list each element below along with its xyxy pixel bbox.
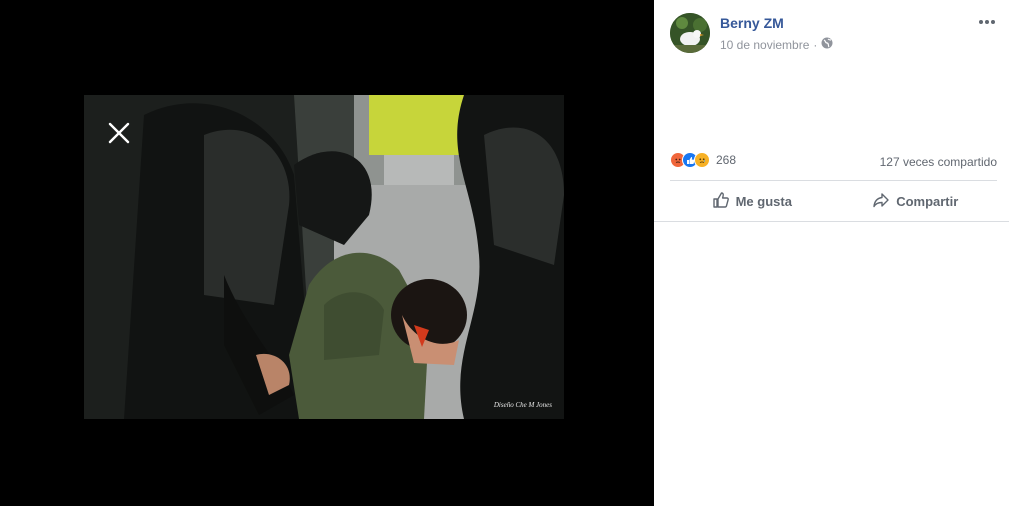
- photo-illustration: [84, 95, 564, 419]
- post-meta: 10 de noviembre ·: [720, 37, 833, 52]
- share-label: Compartir: [896, 193, 959, 209]
- sad-icon: [694, 152, 710, 168]
- divider: [654, 221, 1009, 222]
- like-label: Me gusta: [735, 193, 792, 209]
- post-date[interactable]: 10 de noviembre: [720, 38, 809, 52]
- share-button[interactable]: Compartir: [834, 182, 998, 220]
- reactions-summary[interactable]: 268: [670, 152, 736, 168]
- more-options-icon[interactable]: [977, 14, 997, 30]
- shares-count[interactable]: 127 veces compartido: [880, 155, 997, 169]
- globe-icon: [821, 37, 833, 52]
- separator-dot: ·: [813, 37, 818, 52]
- share-arrow-icon: [872, 191, 890, 212]
- reactions-count: 268: [716, 153, 737, 167]
- post-photo[interactable]: Diseño Che M Jones: [84, 95, 564, 419]
- close-icon[interactable]: [106, 120, 132, 146]
- post-sidebar: Berny ZM 10 de noviembre · 268 127 veces…: [654, 0, 1009, 506]
- photo-viewer: Diseño Che M Jones: [0, 0, 654, 506]
- divider: [670, 180, 997, 181]
- thumbs-up-icon: [712, 191, 730, 212]
- avatar[interactable]: [670, 13, 710, 53]
- photo-watermark: Diseño Che M Jones: [493, 401, 552, 409]
- author-name[interactable]: Berny ZM: [720, 15, 784, 31]
- post-actions: Me gusta Compartir: [670, 182, 997, 220]
- like-button[interactable]: Me gusta: [670, 182, 834, 220]
